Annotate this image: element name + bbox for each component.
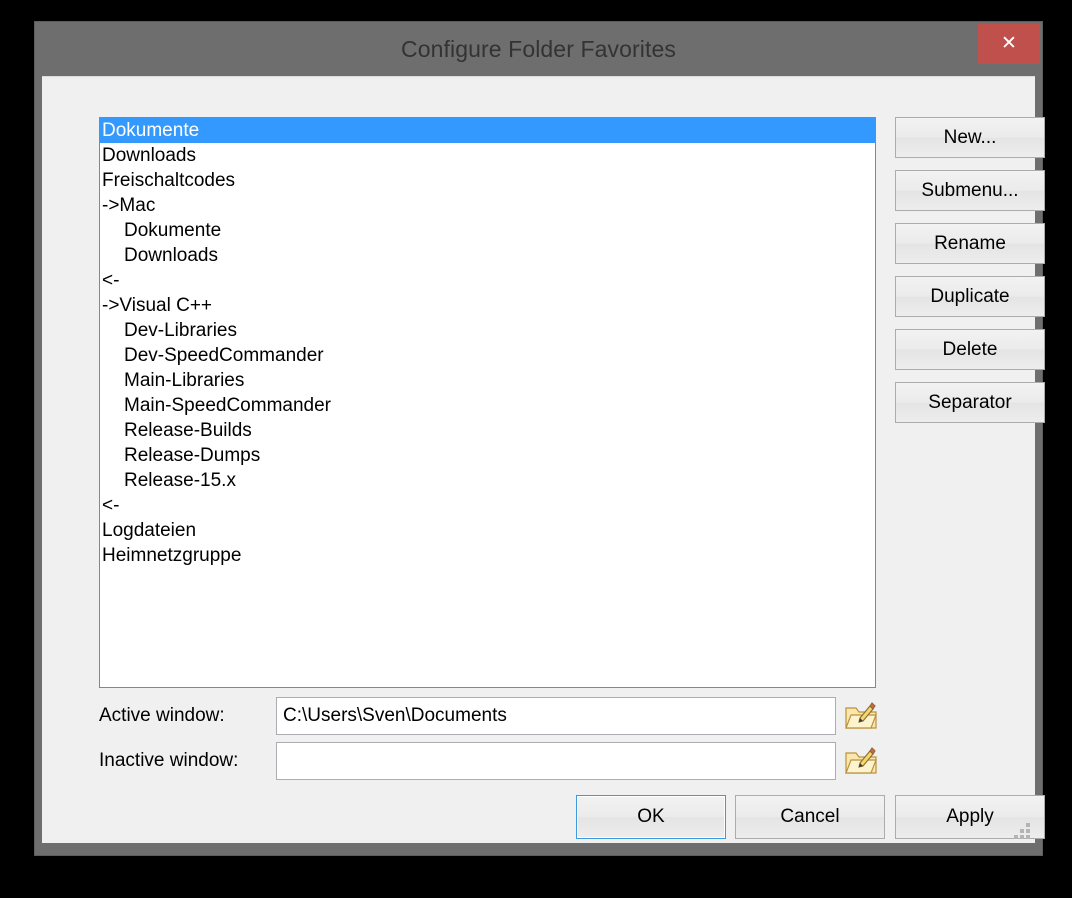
duplicate-button[interactable]: Duplicate [895, 276, 1045, 317]
list-item[interactable]: Release-15.x [100, 468, 875, 493]
title-bar[interactable]: Configure Folder Favorites ✕ [35, 22, 1042, 76]
list-item[interactable]: Main-SpeedCommander [100, 393, 875, 418]
inactive-window-row: Inactive window: [42, 742, 1035, 780]
list-item[interactable]: Dev-SpeedCommander [100, 343, 875, 368]
list-item[interactable]: Dokumente [100, 118, 875, 143]
separator-button[interactable]: Separator [895, 382, 1045, 423]
folder-edit-icon[interactable] [845, 747, 877, 775]
list-item[interactable]: Main-Libraries [100, 368, 875, 393]
list-item[interactable]: Dokumente [100, 218, 875, 243]
folder-edit-icon[interactable] [845, 702, 877, 730]
active-window-row: Active window: [42, 697, 1035, 735]
dialog-client-area: Dokumente Downloads Freischaltcodes ->Mac Do… [42, 76, 1045, 843]
inactive-window-input[interactable] [276, 742, 836, 780]
cancel-button[interactable]: Cancel [735, 795, 885, 839]
new-button[interactable]: New... [895, 117, 1045, 158]
list-item[interactable]: <- [100, 268, 875, 293]
list-item[interactable]: Heimnetzgruppe [100, 543, 875, 568]
configure-folder-favorites-dialog: Configure Folder Favorites ✕ Dokumente Do… [35, 22, 1045, 855]
list-item[interactable]: ->Mac [100, 193, 875, 218]
close-icon[interactable]: ✕ [978, 24, 1040, 64]
list-item[interactable]: Release-Builds [100, 418, 875, 443]
list-item[interactable]: Dev-Libraries [100, 318, 875, 343]
list-item[interactable]: ->Visual C++ [100, 293, 875, 318]
list-item[interactable]: <- [100, 493, 875, 518]
list-item[interactable]: Logdateien [100, 518, 875, 543]
inactive-window-label: Inactive window: [99, 750, 239, 771]
submenu-button[interactable]: Submenu... [895, 170, 1045, 211]
favorites-list[interactable]: Dokumente Downloads Freischaltcodes ->Mac Do… [99, 117, 876, 688]
list-action-button-group: New... Submenu... Rename Duplicate Delete Sep… [895, 117, 1045, 435]
resize-grip[interactable] [1014, 823, 1030, 839]
list-item[interactable]: Freischaltcodes [100, 168, 875, 193]
list-item[interactable]: Release-Dumps [100, 443, 875, 468]
ok-button[interactable]: OK [576, 795, 726, 839]
window-title: Configure Folder Favorites [401, 36, 676, 62]
list-item[interactable]: Downloads [100, 243, 875, 268]
list-item[interactable]: Downloads [100, 143, 875, 168]
dialog-button-bar: OK Cancel Apply [42, 795, 1045, 839]
active-window-input[interactable] [276, 697, 836, 735]
delete-button[interactable]: Delete [895, 329, 1045, 370]
active-window-label: Active window: [99, 705, 225, 726]
rename-button[interactable]: Rename [895, 223, 1045, 264]
